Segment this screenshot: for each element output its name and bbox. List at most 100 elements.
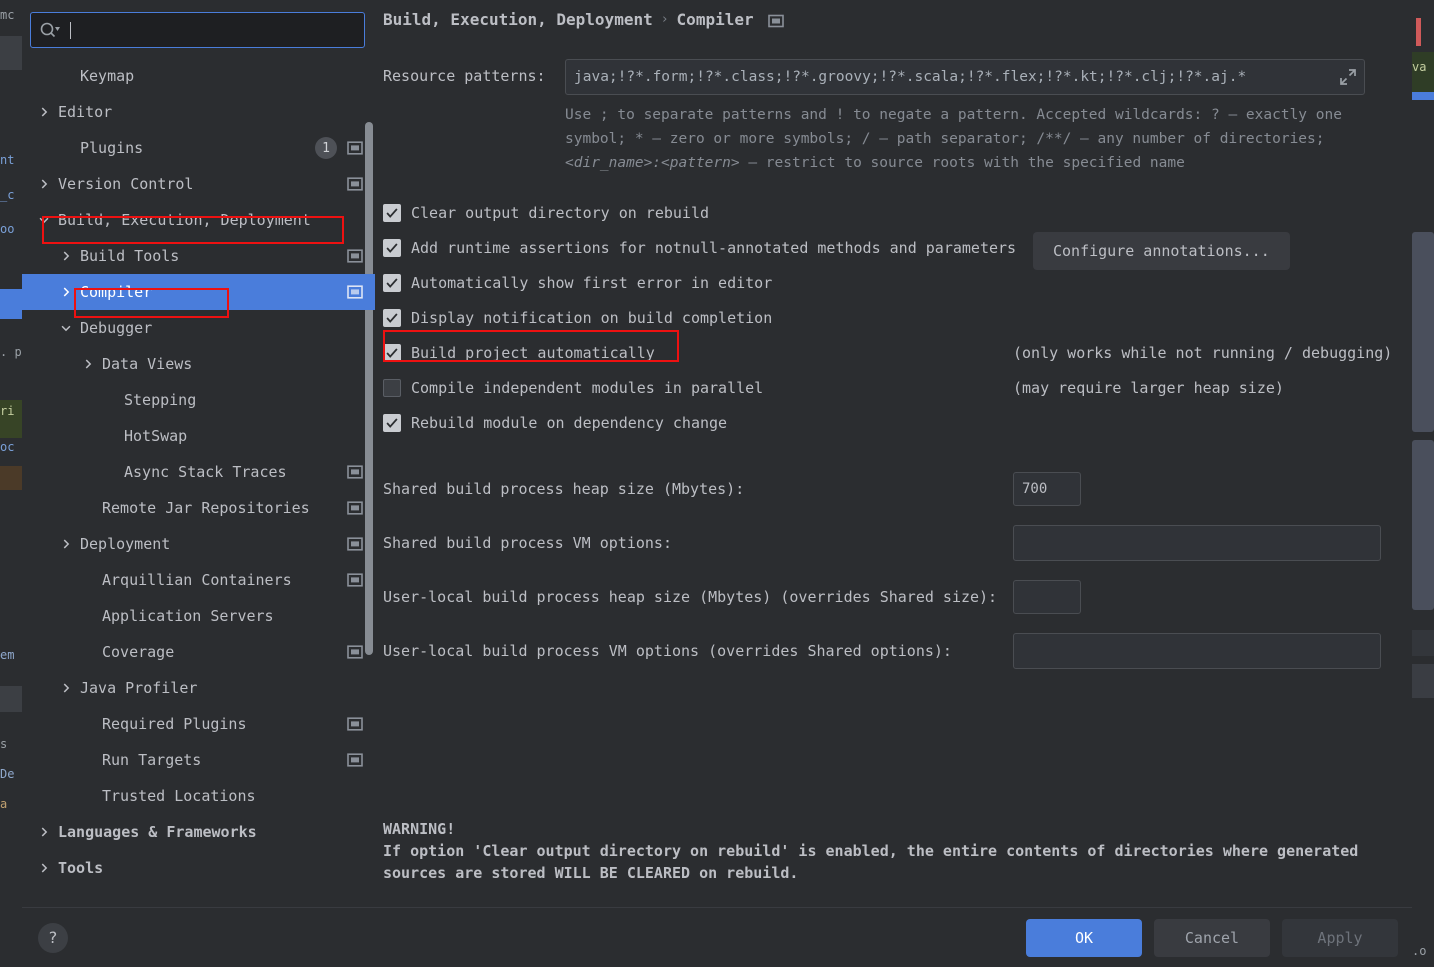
checkbox-row-clear-output-directory-on-rebuild[interactable]: Clear output directory on rebuild [383, 195, 1396, 230]
sidebar-item-label: HotSwap [124, 427, 188, 445]
field-label: Shared build process VM options: [383, 534, 672, 552]
dialog-body: Keymap Editor Plugins 1 Version Control Build… [22, 0, 1412, 907]
breadcrumb-root[interactable]: Build, Execution, Deployment [383, 10, 653, 29]
sidebar-item-label: Coverage [102, 643, 175, 661]
checkbox-checked[interactable] [383, 203, 401, 222]
checkbox-row-build-project-automatically[interactable]: Build project automatically (only works w… [383, 335, 1396, 370]
chevron-right-icon[interactable] [36, 824, 52, 840]
sidebar-item-label: Editor [58, 103, 113, 121]
checkbox-label: Clear output directory on rebuild [411, 203, 710, 222]
breadcrumb-leaf: Compiler [676, 10, 754, 29]
search-box[interactable] [30, 12, 365, 48]
sidebar-item-stepping[interactable]: Stepping [22, 382, 375, 418]
checkbox-unchecked[interactable] [383, 378, 401, 397]
sidebar-item-plugins[interactable]: Plugins 1 [22, 130, 375, 166]
field-row-0: Shared build process heap size (Mbytes):… [383, 462, 1396, 516]
sidebar-item-run-targets[interactable]: Run Targets [22, 742, 375, 778]
sidebar-item-tools[interactable]: Tools [22, 850, 375, 886]
project-settings-icon [347, 501, 363, 515]
settings-tree: Keymap Editor Plugins 1 Version Control Build… [22, 54, 375, 907]
sidebar-item-keymap[interactable]: Keymap [22, 58, 375, 94]
field-row-1: Shared build process VM options: [383, 516, 1396, 570]
bg-fragment: em [0, 648, 15, 662]
chevron-right-icon[interactable] [36, 176, 52, 192]
sidebar-item-compiler[interactable]: Compiler [22, 274, 375, 310]
sidebar-item-build-tools[interactable]: Build Tools [22, 238, 375, 274]
checkbox-row-rebuild-module-on-dependency-change[interactable]: Rebuild module on dependency change [383, 405, 1396, 440]
compiler-settings-panel: Build, Execution, Deployment › Compiler … [375, 0, 1412, 907]
sidebar-item-coverage[interactable]: Coverage [22, 634, 375, 670]
field-label: User-local build process VM options (ove… [383, 642, 952, 660]
sidebar-item-hotswap[interactable]: HotSwap [22, 418, 375, 454]
sidebar-item-debugger[interactable]: Debugger [22, 310, 375, 346]
sidebar-item-async-stack-traces[interactable]: Async Stack Traces [22, 454, 375, 490]
checkbox-checked[interactable] [383, 343, 401, 362]
sidebar-item-label: Version Control [58, 175, 194, 193]
bg-fragment: oc [0, 440, 15, 454]
chevron-right-icon[interactable] [36, 860, 52, 876]
chevron-right-icon[interactable] [58, 284, 74, 300]
checkbox-row-compile-independent-modules-in-parallel[interactable]: Compile independent modules in parallel (… [383, 370, 1396, 405]
settings-dialog: Keymap Editor Plugins 1 Version Control Build… [22, 0, 1412, 967]
checkbox-checked[interactable] [383, 413, 401, 432]
help-button[interactable]: ? [38, 922, 68, 953]
sidebar-item-label: Tools [58, 859, 104, 877]
bg-fragment: s [0, 737, 8, 751]
chevron-right-icon[interactable] [58, 536, 74, 552]
chevron-right-icon[interactable] [80, 356, 96, 372]
ok-button[interactable]: OK [1026, 918, 1142, 957]
breadcrumb: Build, Execution, Deployment › Compiler [375, 0, 1396, 29]
expand-icon[interactable] [1338, 67, 1358, 87]
sidebar-item-data-views[interactable]: Data Views [22, 346, 375, 382]
resource-patterns-value[interactable]: *.java;!?*.form;!?*.class;!?*.groovy;!?*… [574, 69, 1334, 85]
sidebar-item-application-servers[interactable]: Application Servers [22, 598, 375, 634]
checkbox-checked[interactable] [383, 238, 401, 257]
sidebar-item-version-control[interactable]: Version Control [22, 166, 375, 202]
resource-patterns-label: Resource patterns: [383, 67, 546, 85]
hint-line-3-rest: — restrict to source roots with the spec… [739, 155, 1185, 171]
checkbox-row-automatically-show-first-error-in-editor[interactable]: Automatically show first error in editor [383, 265, 1396, 300]
field-row-2: User-local build process heap size (Mbyt… [383, 570, 1396, 624]
text-input[interactable] [1013, 525, 1381, 561]
sidebar-item-remote-jar-repositories[interactable]: Remote Jar Repositories [22, 490, 375, 526]
breadcrumb-separator: › [660, 12, 669, 27]
settings-dialog-window: mc nt _c oo . p ri oc em s De a va .o Ke… [0, 0, 1434, 967]
sidebar-item-editor[interactable]: Editor [22, 94, 375, 130]
sidebar-item-deployment[interactable]: Deployment [22, 526, 375, 562]
apply-button[interactable]: Apply [1282, 918, 1398, 957]
sidebar-item-required-plugins[interactable]: Required Plugins [22, 706, 375, 742]
resource-patterns-field[interactable]: *.java;!?*.form;!?*.class;!?*.groovy;!?*… [565, 59, 1365, 95]
sidebar-item-java-profiler[interactable]: Java Profiler [22, 670, 375, 706]
bg-block [0, 36, 22, 70]
chevron-down-icon[interactable] [58, 320, 74, 336]
build-process-fields-group: Shared build process heap size (Mbytes):… [375, 462, 1396, 678]
sidebar-item-languages-frameworks[interactable]: Languages & Frameworks [22, 814, 375, 850]
sidebar-item-label: Build Tools [80, 247, 180, 265]
chevron-right-icon[interactable] [36, 104, 52, 120]
text-input[interactable] [1013, 633, 1381, 669]
sidebar-item-arquillian-containers[interactable]: Arquillian Containers [22, 562, 375, 598]
warning-message: WARNING! If option 'Clear output directo… [383, 818, 1358, 884]
bg-fragment: ri [0, 404, 15, 418]
sidebar-item-build-execution-deployment[interactable]: Build, Execution, Deployment [22, 202, 375, 238]
text-input[interactable]: 700 [1013, 472, 1081, 506]
checkbox-label: Automatically show first error in editor [411, 273, 773, 292]
sidebar-item-label: Deployment [80, 535, 171, 553]
sidebar-item-label: Remote Jar Repositories [102, 499, 310, 517]
checkbox-row-display-notification-on-build-completion[interactable]: Display notification on build completion [383, 300, 1396, 335]
checkbox-checked[interactable] [383, 273, 401, 292]
chevron-right-icon[interactable] [58, 680, 74, 696]
warning-title: WARNING! [383, 820, 456, 838]
chevron-right-icon[interactable] [58, 248, 74, 264]
chevron-down-icon[interactable] [36, 212, 52, 228]
sidebar-item-label: Debugger [80, 319, 153, 337]
checkbox-checked[interactable] [383, 308, 401, 327]
text-input[interactable] [1013, 580, 1081, 614]
search-icon [39, 21, 61, 39]
hint-line-3: <dir_name>:<pattern> — restrict to sourc… [565, 151, 1385, 175]
hint-line-2: symbol; * — zero or more symbols; / — pa… [565, 131, 1325, 147]
checkbox-row-add-runtime-assertions-for-notnull-annot[interactable]: Add runtime assertions for notnull-annot… [383, 230, 1396, 265]
sidebar-item-trusted-locations[interactable]: Trusted Locations [22, 778, 375, 814]
cancel-button[interactable]: Cancel [1154, 918, 1270, 957]
project-settings-icon [347, 717, 363, 731]
